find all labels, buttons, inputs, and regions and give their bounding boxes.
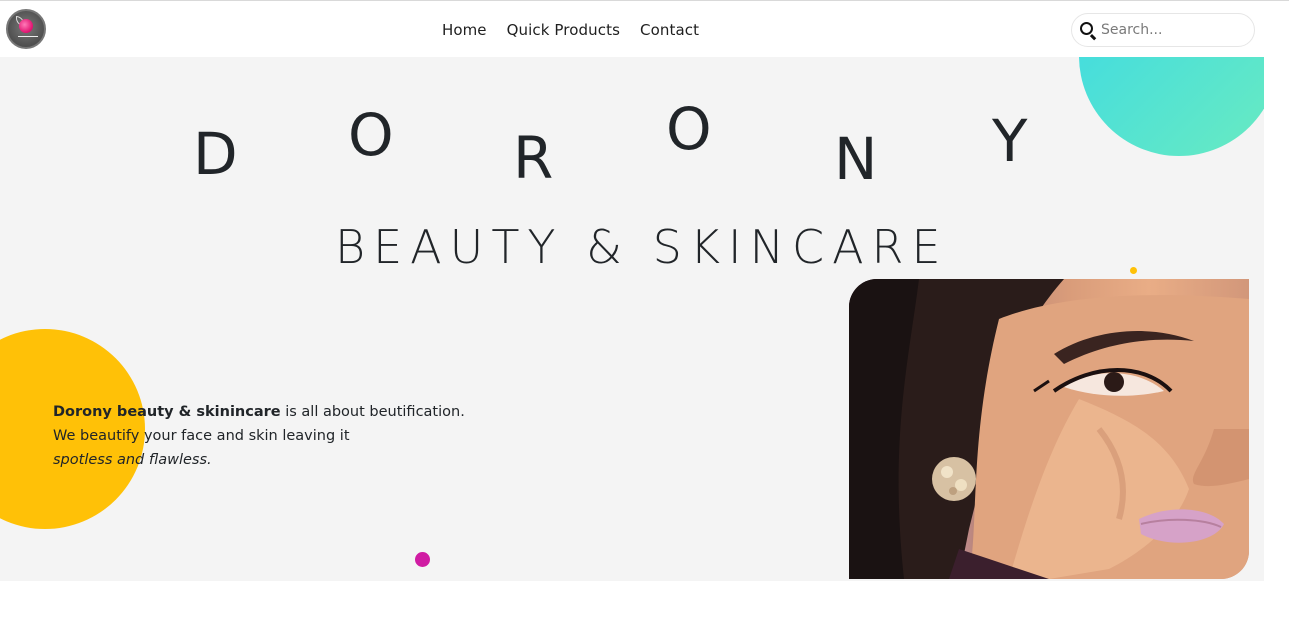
model-portrait-image bbox=[849, 279, 1249, 579]
tagline-italic: spotless and flawless. bbox=[53, 452, 212, 468]
decor-dot-yellow bbox=[1130, 267, 1137, 274]
search-box[interactable] bbox=[1071, 13, 1255, 47]
brand-letter: O bbox=[666, 95, 712, 163]
hero-subtitle: BEAUTY & SKINCARE bbox=[335, 220, 949, 274]
nav-quick-products-link[interactable]: Quick Products bbox=[507, 21, 620, 39]
tagline-rest: is all about beutification. bbox=[280, 404, 465, 420]
brand-letter: D bbox=[193, 120, 238, 188]
nav-contact-link[interactable]: Contact bbox=[640, 21, 699, 39]
brand-letter: R bbox=[513, 124, 554, 192]
search-input[interactable] bbox=[1101, 19, 1249, 41]
search-icon bbox=[1080, 22, 1093, 35]
nav-home-link[interactable]: Home bbox=[442, 21, 487, 39]
tagline-line2: We beautify your face and skin leaving i… bbox=[53, 428, 350, 444]
tagline-brand: Dorony beauty & skinincare bbox=[53, 404, 281, 420]
hero-tagline: Dorony beauty & skinincare is all about … bbox=[53, 400, 473, 472]
brand-letter: O bbox=[348, 101, 394, 169]
decor-circle-teal bbox=[1079, 57, 1264, 156]
decor-dot-pink bbox=[415, 552, 430, 567]
hero-section: D O R O N Y BEAUTY & SKINCARE Dorony bea… bbox=[0, 57, 1264, 581]
brand-letter: Y bbox=[992, 107, 1028, 175]
portrait-illustration bbox=[849, 279, 1249, 579]
navbar: Home Quick Products Contact bbox=[0, 3, 1289, 57]
brand-letter: N bbox=[834, 125, 878, 193]
